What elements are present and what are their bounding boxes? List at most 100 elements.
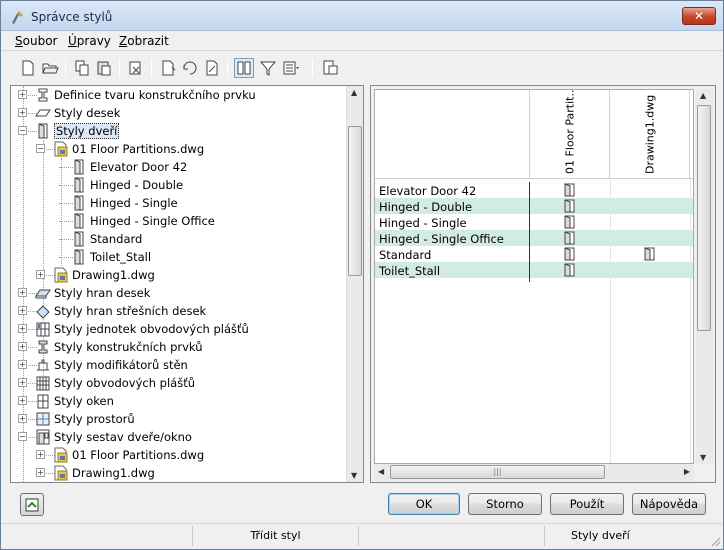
expand-icon[interactable]: + <box>18 342 27 351</box>
tree-item[interactable]: + Drawing1.dwg <box>11 266 345 284</box>
name-column-divider[interactable] <box>529 182 530 282</box>
tree-item-label: Styly obvodových plášťů <box>54 376 195 390</box>
expand-icon[interactable]: + <box>18 108 27 117</box>
door-style-icon <box>38 123 48 139</box>
paste-icon[interactable] <box>95 59 113 77</box>
tree-item[interactable]: + Styly hran střešních desek <box>11 302 345 320</box>
tree-item[interactable]: Hinged - Single <box>11 194 345 212</box>
new-icon[interactable] <box>19 59 37 77</box>
tree-item[interactable]: + Styly jednotek obvodových plášťů <box>11 320 345 338</box>
collapse-icon[interactable]: − <box>18 126 27 135</box>
style-usage-grid[interactable]: 01 Floor Partit... Drawing1.dwg Elevator… <box>374 89 694 464</box>
tree-item-label: Styly oken <box>54 394 114 408</box>
grid-vertical-scrollbar[interactable]: ▲ ▼ <box>696 89 713 464</box>
apply-button[interactable]: Použít <box>550 493 624 515</box>
tree-item[interactable]: + Styly modifikátorů stěn <box>11 356 345 374</box>
tree-item-label: Definice tvaru konstrukčního prvku <box>54 88 256 102</box>
menu-soubor[interactable]: Soubor <box>15 34 57 48</box>
tree-item[interactable]: + Styly oken <box>11 392 345 410</box>
copy-icon[interactable] <box>73 59 91 77</box>
style-tree[interactable]: ▲ ▼ + Definice tvaru konstrukčního prvku +… <box>10 85 364 483</box>
style-manager-window: Správce stylů ✕ Soubor Úpravy Zobrazit ▲… <box>0 0 724 550</box>
tree-item[interactable]: − 01 Floor Partitions.dwg <box>11 140 345 158</box>
grid-row[interactable]: Hinged - Single Office <box>375 230 693 246</box>
tree-item[interactable]: + Styly desek <box>11 104 345 122</box>
tree-item[interactable]: + Styly hran desek <box>11 284 345 302</box>
window-style-icon <box>37 394 49 409</box>
tree-item[interactable]: + Styly obvodových plášťů <box>11 374 345 392</box>
tree-item-label: Styly hran střešních desek <box>54 304 207 318</box>
tree-item[interactable]: + Styly konstrukčních prvků <box>11 338 345 356</box>
ok-button[interactable]: OK <box>388 493 460 515</box>
grid-vscroll-thumb[interactable] <box>697 105 711 331</box>
door-icon <box>74 177 84 193</box>
expand-icon[interactable]: + <box>18 414 27 423</box>
door-icon <box>74 195 84 211</box>
curtain-wall-icon <box>36 376 50 391</box>
edit-style-icon[interactable] <box>203 59 221 77</box>
door-icon <box>74 213 84 229</box>
cancel-button[interactable]: Storno <box>468 493 542 515</box>
tree-vertical-scrollbar[interactable]: ▲ ▼ <box>346 86 363 482</box>
tree-item[interactable]: Hinged - Double <box>11 176 345 194</box>
grid-row[interactable]: Elevator Door 42 <box>375 182 693 198</box>
drawing-properties-icon[interactable] <box>321 59 339 77</box>
status-empty <box>359 526 545 546</box>
grid-row-name: Hinged - Double <box>379 200 473 214</box>
grid-row[interactable]: Standard <box>375 246 693 262</box>
expand-icon[interactable]: + <box>18 324 27 333</box>
close-button[interactable]: ✕ <box>682 7 716 25</box>
filter-icon[interactable] <box>259 59 277 77</box>
grid-hscroll-thumb[interactable]: ||| <box>390 465 605 479</box>
tree-item[interactable]: +01 Floor Partitions.dwg <box>11 446 345 464</box>
collapse-icon[interactable]: − <box>18 432 27 441</box>
drawing-file-icon <box>54 465 68 481</box>
structural-member-icon <box>38 340 48 354</box>
tree-item[interactable]: + Definice tvaru konstrukčního prvku <box>11 86 345 104</box>
tree-item-label: Styly desek <box>54 106 121 120</box>
toggle-preview-button[interactable] <box>20 493 44 516</box>
tree-item[interactable]: + Drawing1.dwg <box>11 464 345 482</box>
style-manager-app-icon <box>12 11 23 24</box>
grid-horizontal-scrollbar[interactable]: ◀ ||| ▶ <box>374 464 694 481</box>
tree-item[interactable]: Hinged - Single Office <box>11 212 345 230</box>
expand-icon[interactable]: + <box>18 306 27 315</box>
menu-zobrazit[interactable]: Zobrazit <box>119 34 169 48</box>
column-header-1-label: 01 Floor Partit... <box>563 89 576 174</box>
grid-row[interactable]: Toilet_Stall <box>375 262 693 278</box>
menu-upravy[interactable]: Úpravy <box>68 34 111 48</box>
expand-icon[interactable]: + <box>18 396 27 405</box>
column-header-1[interactable]: 01 Floor Partit... <box>530 90 610 178</box>
tree-item[interactable]: − Styly dveří <box>11 122 345 140</box>
tree-item[interactable]: + Styly prostorů <box>11 410 345 428</box>
door-icon <box>74 249 84 265</box>
tree-item[interactable]: Toilet_Stall <box>11 248 345 266</box>
tree-item[interactable]: Standard <box>11 230 345 248</box>
expand-icon[interactable]: + <box>36 468 45 477</box>
purge-icon[interactable] <box>127 59 145 77</box>
help-button[interactable]: Nápověda <box>632 493 706 515</box>
resize-grip-icon[interactable] <box>709 535 721 547</box>
open-folder-icon[interactable] <box>41 59 59 77</box>
new-style-icon[interactable] <box>159 59 177 77</box>
tree-item-label: Styly sestav dveře/okno <box>54 430 192 444</box>
tree-item[interactable]: Elevator Door 42 <box>11 158 345 176</box>
expand-icon[interactable]: + <box>36 270 45 279</box>
grid-row[interactable]: Hinged - Single <box>375 214 693 230</box>
expand-icon[interactable]: + <box>18 90 27 99</box>
column-header-2[interactable]: Drawing1.dwg <box>610 90 690 178</box>
tree-item[interactable]: − Styly sestav dveře/okno <box>11 428 345 446</box>
expand-icon[interactable]: + <box>18 360 27 369</box>
list-view-icon[interactable] <box>282 59 300 77</box>
column-header-2-label: Drawing1.dwg <box>643 94 656 174</box>
toggle-view-icon[interactable] <box>234 58 254 78</box>
set-from-icon[interactable] <box>181 59 199 77</box>
expand-icon[interactable]: + <box>18 378 27 387</box>
tree-scroll-thumb[interactable] <box>348 126 362 276</box>
tree-item-label: Hinged - Double <box>90 178 184 192</box>
grid-row[interactable]: Hinged - Double <box>375 198 693 214</box>
tree-item-label: 01 Floor Partitions.dwg <box>72 448 205 462</box>
collapse-icon[interactable]: − <box>36 144 45 153</box>
expand-icon[interactable]: + <box>36 450 45 459</box>
expand-icon[interactable]: + <box>18 288 27 297</box>
